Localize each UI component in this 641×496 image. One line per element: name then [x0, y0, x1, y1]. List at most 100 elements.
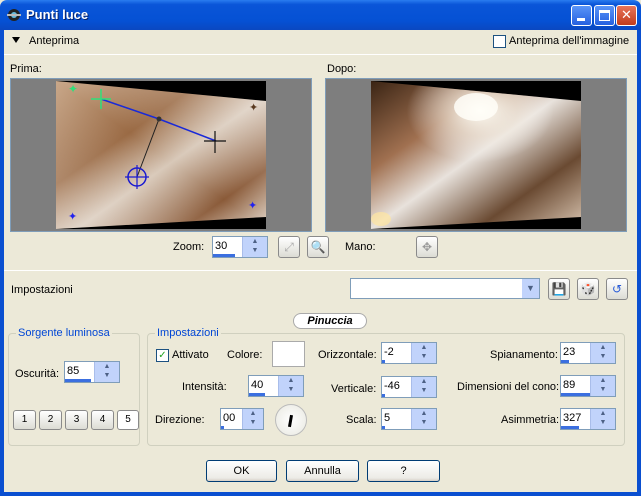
title-bar[interactable] [0, 0, 641, 30]
cone-size-label: Dimensioni del cono: [457, 381, 560, 393]
direction-spinner[interactable]: 00 ▲ ▼ [220, 408, 264, 430]
darkness-value[interactable]: 85 [67, 365, 79, 377]
vertical-value[interactable]: -46 [384, 380, 400, 392]
enabled-checkbox[interactable]: ✓ [156, 349, 169, 362]
settings-title: Impostazioni [155, 327, 221, 339]
zoom-tool-button[interactable]: 🔍 [307, 236, 329, 258]
cone-size-value[interactable]: 89 [563, 379, 575, 391]
scale-value[interactable]: 5 [384, 412, 390, 424]
intensity-spinner[interactable]: 40 ▲ ▼ [248, 375, 304, 397]
reset-button[interactable]: ↺ [606, 278, 628, 300]
horizontal-value[interactable]: -2 [384, 346, 394, 358]
darkness-label: Oscurità: [15, 368, 60, 380]
light-2-label: 2 [47, 414, 54, 425]
presets-dropdown[interactable]: ▼ [350, 278, 540, 299]
spin-arrows-icon[interactable]: ▲ ▼ [590, 376, 615, 396]
after-label: Dopo: [327, 63, 357, 75]
light-source-title: Sorgente luminosa [16, 327, 112, 339]
spin-arrows-icon[interactable]: ▲ ▼ [411, 409, 436, 429]
random-button[interactable]: 🎲 [577, 278, 599, 300]
check-icon: ✓ [158, 350, 167, 361]
light-4-label: 4 [99, 414, 106, 425]
pan-button[interactable]: ✥ [416, 236, 438, 258]
app-icon [7, 9, 21, 21]
divider [4, 270, 637, 271]
maximize-button[interactable] [594, 5, 615, 26]
window-frame-left [0, 30, 4, 496]
intensity-label: Intensità: [182, 381, 227, 393]
help-button[interactable]: ? [367, 460, 440, 482]
svg-text:✦: ✦ [68, 210, 77, 223]
smoothing-spinner[interactable]: 23 ▲ ▼ [560, 342, 616, 364]
spin-arrows-icon[interactable]: ▲ ▼ [94, 362, 119, 382]
watermark: Pinuccia [293, 313, 367, 329]
asymmetry-value[interactable]: 327 [563, 412, 581, 424]
spin-arrows-icon[interactable]: ▲ ▼ [411, 377, 436, 397]
direction-label: Direzione: [155, 414, 205, 426]
spin-arrows-icon[interactable]: ▲ ▼ [411, 343, 436, 363]
magnifier-icon: 🔍 [310, 240, 326, 254]
asymmetry-spinner[interactable]: 327 ▲ ▼ [560, 408, 616, 430]
pan-label: Mano: [345, 241, 376, 253]
svg-text:✦: ✦ [249, 101, 258, 114]
zoom-label: Zoom: [173, 241, 205, 253]
zoom-fit-button[interactable]: ⤢ [278, 236, 300, 258]
preview-section-label[interactable]: Anteprima [29, 35, 79, 47]
svg-text:✦: ✦ [248, 199, 257, 212]
reset-icon: ↺ [611, 282, 623, 296]
spin-arrows-icon[interactable]: ▲ ▼ [590, 343, 615, 363]
smoothing-label: Spianamento: [490, 349, 558, 361]
close-button[interactable]: ✕ [616, 5, 637, 26]
light-3-label: 3 [73, 414, 80, 425]
horizontal-spinner[interactable]: -2 ▲ ▼ [381, 342, 437, 364]
light-1-tab[interactable]: 1 [13, 410, 36, 430]
window-frame-right [637, 30, 641, 496]
save-icon: 💾 [551, 282, 567, 296]
collapse-arrow-icon[interactable] [12, 37, 20, 43]
scale-spinner[interactable]: 5 ▲ ▼ [381, 408, 437, 430]
light-1-label: 1 [21, 414, 28, 425]
asymmetry-label: Asimmetria: [501, 414, 560, 426]
direction-value[interactable]: 00 [223, 412, 235, 424]
light-2-tab[interactable]: 2 [39, 410, 62, 430]
ok-button[interactable]: OK [206, 460, 277, 482]
before-preview-image: ✦ ✦ ✦ ✦ [56, 81, 266, 229]
light-3-tab[interactable]: 3 [65, 410, 88, 430]
scale-label: Scala: [346, 414, 377, 426]
divider [4, 54, 637, 55]
light-5-label: 5 [125, 414, 131, 425]
window-frame-bottom [0, 492, 641, 496]
image-preview-checkbox[interactable] [493, 35, 506, 48]
direction-needle-icon [287, 414, 294, 428]
light-5-tab[interactable]: 5 [117, 410, 139, 430]
direction-dial[interactable] [275, 404, 307, 436]
cancel-button[interactable]: Annulla [286, 460, 359, 482]
spin-arrows-icon[interactable]: ▲ ▼ [278, 376, 303, 396]
spin-arrows-icon[interactable]: ▲ ▼ [242, 237, 267, 257]
cone-size-spinner[interactable]: 89 ▲ ▼ [560, 375, 616, 397]
dice-icon: 🎲 [580, 282, 596, 296]
zoom-spinner[interactable]: 30 ▲ ▼ [212, 236, 268, 258]
minimize-button[interactable] [571, 5, 592, 26]
intensity-value[interactable]: 40 [251, 379, 263, 391]
minimize-icon [577, 18, 585, 21]
image-preview-label: Anteprima dell'immagine [509, 35, 630, 47]
darkness-spinner[interactable]: 85 ▲ ▼ [64, 361, 120, 383]
save-preset-button[interactable]: 💾 [548, 278, 570, 300]
color-swatch[interactable] [272, 341, 305, 367]
vertical-label: Verticale: [331, 383, 377, 395]
spin-arrows-icon[interactable]: ▲ ▼ [590, 409, 615, 429]
move-icon: ✥ [421, 240, 433, 254]
enabled-label: Attivato [172, 349, 209, 361]
light-4-tab[interactable]: 4 [91, 410, 114, 430]
chevron-down-icon[interactable]: ▼ [522, 279, 539, 298]
smoothing-value[interactable]: 23 [563, 346, 575, 358]
svg-text:✦: ✦ [68, 82, 78, 96]
before-preview-panel[interactable]: ✦ ✦ ✦ ✦ [10, 78, 312, 232]
zoom-value[interactable]: 30 [215, 240, 227, 252]
spin-arrows-icon[interactable]: ▲ ▼ [242, 409, 263, 429]
horizontal-label: Orizzontale: [318, 349, 377, 361]
after-preview-panel[interactable] [325, 78, 627, 232]
vertical-spinner[interactable]: -46 ▲ ▼ [381, 376, 437, 398]
light-tabs: 1 2 3 4 5 [13, 410, 139, 430]
